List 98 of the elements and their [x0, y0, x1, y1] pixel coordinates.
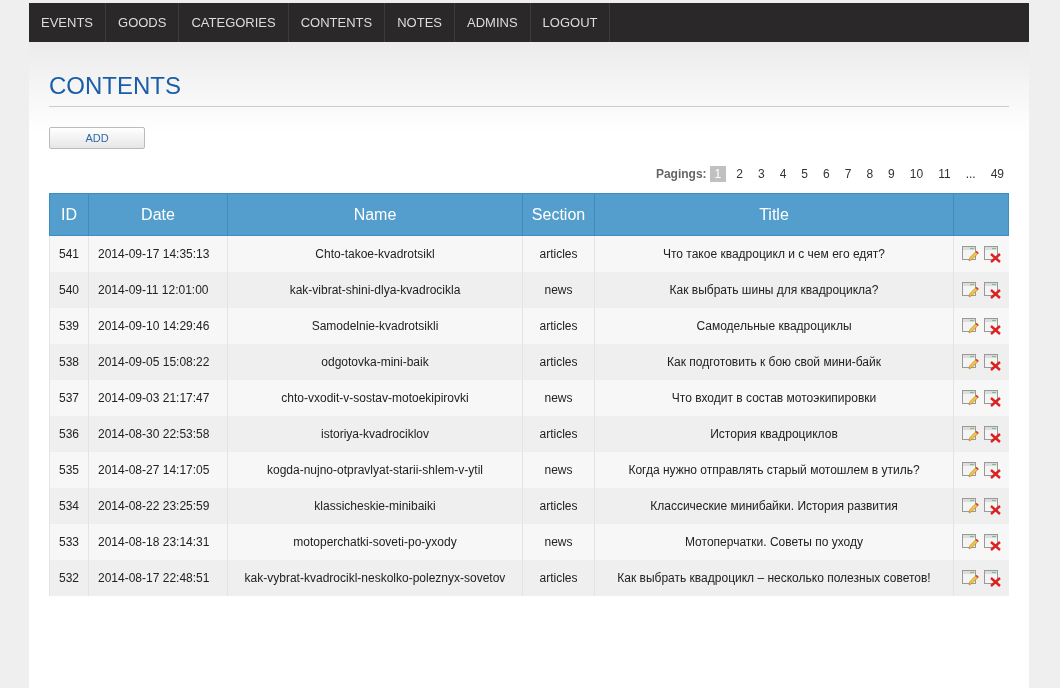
- edit-icon[interactable]: [961, 425, 980, 443]
- page-link[interactable]: 7: [839, 166, 857, 182]
- page-link[interactable]: 8: [861, 166, 879, 182]
- table-cell: 540: [49, 272, 89, 308]
- table-cell: articles: [522, 308, 595, 344]
- table-cell: kak-vibrat-shini-dlya-kvadrocikla: [227, 272, 523, 308]
- page-link[interactable]: 4: [774, 166, 792, 182]
- nav-link[interactable]: GOODS: [106, 3, 180, 42]
- table-cell: 2014-09-10 14:29:46: [88, 308, 228, 344]
- delete-icon[interactable]: [983, 281, 1002, 299]
- table-cell: news: [522, 380, 595, 416]
- table-cell: articles: [522, 488, 595, 524]
- delete-icon[interactable]: [983, 497, 1002, 515]
- edit-icon[interactable]: [961, 497, 980, 515]
- table-cell: odgotovka-mini-baik: [227, 344, 523, 380]
- table-cell: news: [522, 524, 595, 560]
- delete-icon[interactable]: [983, 461, 1002, 479]
- table-cell: 2014-08-18 23:14:31: [88, 524, 228, 560]
- table-cell: articles: [522, 344, 595, 380]
- column-header: Name: [227, 193, 523, 236]
- table-cell: 2014-09-11 12:01:00: [88, 272, 228, 308]
- table-cell: klassicheskie-minibaiki: [227, 488, 523, 524]
- page-link[interactable]: ...: [960, 166, 981, 182]
- edit-icon[interactable]: [961, 281, 980, 299]
- page-link[interactable]: 11: [933, 166, 956, 182]
- edit-icon[interactable]: [961, 569, 980, 587]
- table-cell: motoperchatki-soveti-po-yxody: [227, 524, 523, 560]
- table-cell: Когда нужно отправлять старый мотошлем в утиль?: [594, 452, 954, 488]
- column-header: Section: [522, 193, 595, 236]
- delete-icon[interactable]: [983, 245, 1002, 263]
- table-cell: Как выбрать квадроцикл – несколько полезных советов!: [594, 560, 954, 596]
- table-cell: Как выбрать шины для квадроцикла?: [594, 272, 954, 308]
- table-cell: 536: [49, 416, 89, 452]
- page-link[interactable]: 5: [796, 166, 814, 182]
- nav-link[interactable]: ADMINS: [455, 3, 531, 42]
- delete-icon[interactable]: [983, 317, 1002, 335]
- table-cell: kak-vybrat-kvadrocikl-neskolko-poleznyx-sovetov: [227, 560, 523, 596]
- page-link[interactable]: 9: [883, 166, 900, 182]
- table-cell: 541: [49, 235, 89, 272]
- table-cell: istoriya-kvadrociklov: [227, 416, 523, 452]
- table-cell: chto-vxodit-v-sostav-motoekipirovki: [227, 380, 523, 416]
- delete-icon[interactable]: [983, 389, 1002, 407]
- delete-icon[interactable]: [983, 425, 1002, 443]
- table-cell: История квадроциклов: [594, 416, 954, 452]
- column-header: ID: [49, 193, 89, 236]
- edit-icon[interactable]: [961, 245, 980, 263]
- table-cell: Классические минибайки. История развития: [594, 488, 954, 524]
- table-cell: 2014-09-05 15:08:22: [88, 344, 228, 380]
- delete-icon[interactable]: [983, 569, 1002, 587]
- column-header: Date: [88, 193, 228, 236]
- table-cell: Что такое квадроцикл и с чем его едят?: [594, 235, 954, 272]
- nav-link[interactable]: LOGOUT: [530, 3, 611, 42]
- nav-link[interactable]: EVENTS: [29, 3, 106, 42]
- table-cell: 2014-09-03 21:17:47: [88, 380, 228, 416]
- table-cell: articles: [522, 235, 595, 272]
- page-link[interactable]: 49: [985, 166, 1009, 182]
- table-cell: news: [522, 452, 595, 488]
- table-cell: 535: [49, 452, 89, 488]
- edit-icon[interactable]: [961, 533, 980, 551]
- page-link[interactable]: 2: [731, 166, 748, 182]
- column-header: [953, 193, 1009, 236]
- table-cell: Как подготовить к бою свой мини-байк: [594, 344, 954, 380]
- edit-icon[interactable]: [961, 317, 980, 335]
- table-cell: Samodelnie-kvadrotsikli: [227, 308, 523, 344]
- delete-icon[interactable]: [983, 353, 1002, 371]
- table-cell: 538: [49, 344, 89, 380]
- table-cell: kogda-nujno-otpravlyat-starii-shlem-v-ytil: [227, 452, 523, 488]
- page-link[interactable]: 6: [818, 166, 835, 182]
- page-link[interactable]: 10: [904, 166, 929, 182]
- add-button[interactable]: ADD: [49, 127, 145, 149]
- delete-icon[interactable]: [983, 533, 1002, 551]
- table-cell: articles: [522, 560, 595, 596]
- table-cell: 534: [49, 488, 89, 524]
- table-cell: 2014-08-17 22:48:51: [88, 560, 228, 596]
- table-cell: Что входит в состав мотоэкипировки: [594, 380, 954, 416]
- table-cell: 2014-08-27 14:17:05: [88, 452, 228, 488]
- column-header: Title: [594, 193, 954, 236]
- table-cell: 2014-09-17 14:35:13: [88, 235, 228, 272]
- table-cell: articles: [522, 416, 595, 452]
- table-cell: Chto-takoe-kvadrotsikl: [227, 235, 523, 272]
- table-cell: 539: [49, 308, 89, 344]
- table-cell: 2014-08-22 23:25:59: [88, 488, 228, 524]
- nav-link[interactable]: CATEGORIES: [179, 3, 289, 42]
- edit-icon[interactable]: [961, 353, 980, 371]
- table-cell: Самодельные квадроциклы: [594, 308, 954, 344]
- table-cell: 2014-08-30 22:53:58: [88, 416, 228, 452]
- table-cell: Мотоперчатки. Советы по уходу: [594, 524, 954, 560]
- table-cell: news: [522, 272, 595, 308]
- nav-link[interactable]: CONTENTS: [288, 3, 386, 42]
- edit-icon[interactable]: [961, 461, 980, 479]
- edit-icon[interactable]: [961, 389, 980, 407]
- table-cell: 532: [49, 560, 89, 596]
- page-title: CONTENTS: [49, 72, 1009, 107]
- nav-link[interactable]: NOTES: [385, 3, 455, 42]
- table-cell: 533: [49, 524, 89, 560]
- page-link[interactable]: 3: [753, 166, 770, 182]
- table-cell: 537: [49, 380, 89, 416]
- pagination-label: Pagings:: [655, 167, 707, 181]
